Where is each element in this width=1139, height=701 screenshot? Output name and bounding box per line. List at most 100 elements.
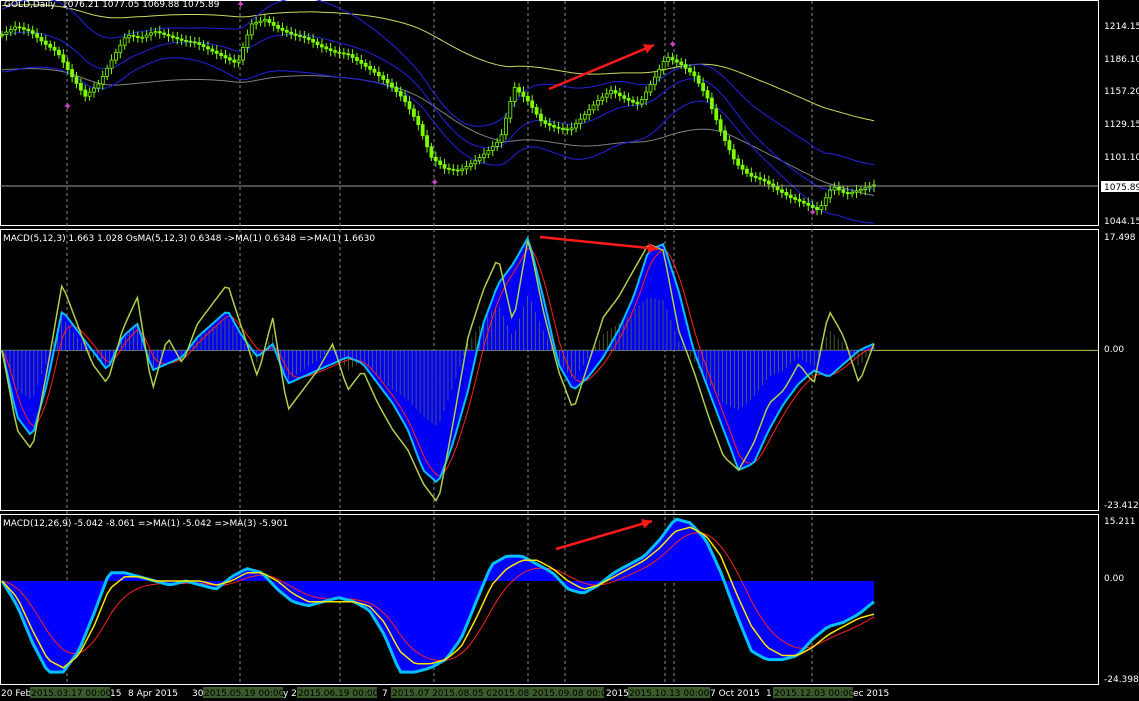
price-candle [854,190,859,193]
time-label: 7 [382,689,388,699]
price-candle [311,39,316,43]
price-candle [149,32,153,36]
price-candle [381,75,386,80]
price-candle [363,63,368,67]
price-candle [394,86,399,93]
price-candle [289,31,294,35]
price-candle [486,150,491,155]
price-candle [709,97,714,110]
price-candle [293,33,298,36]
price-candle [762,178,767,182]
time-label: 30 [192,689,204,699]
price-candle [512,87,517,102]
price-candle [87,91,92,97]
price-candle [179,38,184,41]
time-label: 2015 [606,689,629,699]
price-candle [70,69,75,78]
price-candle [613,90,618,94]
macd-slow-label: MACD(12,26,9) -5.042 -8.061 =>MA(1) -5.0… [3,519,288,529]
price-candle [341,52,346,55]
date-box-label: 2015.07 2015.08.05 00: [392,689,501,699]
price-candle [105,67,110,77]
price-candle [263,19,267,22]
price-candle [324,46,329,50]
price-candle [319,44,324,48]
price-candle [245,34,250,48]
price-candle [490,146,495,151]
price-candle [258,20,263,23]
axis-tick: -23.412 [1104,501,1139,511]
price-candle [758,177,762,180]
fractal-marker-icon: ✦ [63,100,72,113]
price-candle [425,135,429,148]
price-candle [219,52,223,56]
price-candle [333,50,337,53]
chart-svg: ✦ ✦ ✦ ✦ ✦ GOLD,Daily 1076.21 1077.05 1069.88… [0,0,1139,701]
price-candle [718,119,723,132]
price-candle [438,160,443,166]
price-candle [350,54,355,58]
price-candle [547,123,552,126]
price-candle [13,26,18,30]
price-candle [455,169,460,172]
price-candle [0,34,4,37]
price-candle [236,59,241,63]
header-ohlc: 1076.21 1077.05 1069.88 1075.89 [62,0,220,10]
price-candle [74,76,79,84]
time-label: 20 Feb [1,689,32,699]
price-candle [749,172,754,177]
price-candle [153,31,158,34]
price-candle [464,165,469,170]
price-candle [604,93,609,98]
price-candle [271,22,276,26]
price-candle [701,82,706,92]
price-candle [468,163,473,167]
price-candle [135,35,140,38]
price-candle [727,140,732,151]
price-candle [806,202,811,206]
price-candle [420,124,425,137]
price-candle [845,192,850,195]
price-candle [214,50,219,54]
price-candle [504,117,508,136]
price-candle [451,168,456,171]
price-candle [227,57,232,61]
price-candle [823,197,828,207]
price-candle [170,35,175,38]
price-candle [206,46,210,50]
price-candle [556,126,561,129]
price-tick: 1157.20 [1104,87,1139,97]
price-candle [495,141,500,147]
price-candle [92,87,96,93]
price-candle [35,33,39,38]
price-candle [499,134,504,143]
price-candle [530,100,535,108]
price-candle [284,29,289,33]
price-candle [837,186,841,191]
price-candle [96,83,101,89]
price-candle [736,158,741,166]
axis-tick: 17.498 [1104,233,1136,243]
price-candle [666,57,670,62]
price-candle [315,41,320,46]
price-candle [52,46,57,51]
price-candle [578,118,583,124]
price-candle [679,61,684,65]
price-candle [429,146,434,158]
price-candle [306,37,311,40]
axis-tick: -24.398 [1104,675,1139,685]
price-candle [78,83,83,91]
price-candle [683,64,688,69]
price-candle [232,59,237,63]
price-candle [525,96,530,102]
price-candle [714,108,719,121]
price-candle [670,57,675,61]
price-candle [210,48,215,52]
date-box-label: 2015.05.19 00:00 [204,689,285,699]
price-candle [223,55,228,59]
price-candle [30,30,35,35]
price-candle [403,95,408,103]
price-candle [43,40,48,45]
price-candle [788,194,793,198]
price-candle [65,61,70,70]
